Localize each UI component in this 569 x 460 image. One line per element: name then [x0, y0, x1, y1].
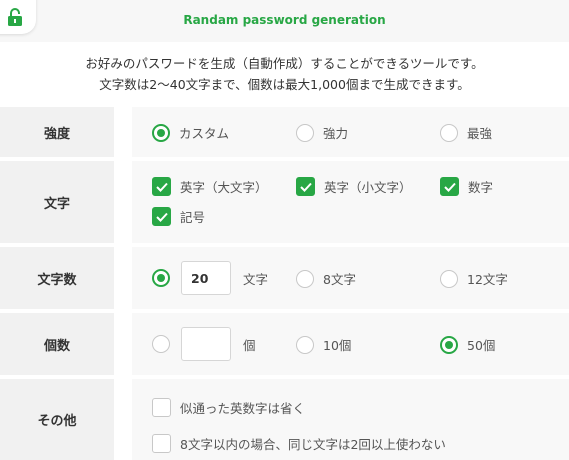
characters-options: 英字（大文字） 英字（小文字） 数字 記号	[132, 161, 569, 243]
other-options: 似通った英数字は省く 8文字以内の場合、同じ文字は2回以上使わない	[132, 379, 569, 460]
strength-row: 強度 カスタム 強力 最強	[0, 107, 569, 157]
strength-option-strongest[interactable]: 最強	[440, 123, 492, 142]
count-option-custom[interactable]: 個	[152, 327, 256, 361]
length-row: 文字数 文字 8文字 12文字	[0, 247, 569, 309]
description: お好みのパスワードを生成（自動作成）することができるツールです。 文字数は2〜4…	[0, 53, 569, 95]
other-option-no-repeat[interactable]: 8文字以内の場合、同じ文字は2回以上使わない	[152, 434, 446, 453]
count-custom-input[interactable]	[181, 327, 231, 361]
count-option-50[interactable]: 50個	[440, 335, 495, 354]
count-custom-unit: 個	[243, 337, 256, 353]
checkbox-unchecked[interactable]	[152, 398, 171, 417]
length-custom-input[interactable]	[181, 261, 231, 295]
char-option-uppercase[interactable]: 英字（大文字）	[152, 177, 268, 196]
length-option-12[interactable]: 12文字	[440, 269, 508, 288]
char-option-lowercase[interactable]: 英字（小文字）	[296, 177, 412, 196]
other-label: その他	[0, 379, 114, 460]
description-line-2: 文字数は2〜40文字まで、個数は最大1,000個まで生成できます。	[99, 77, 470, 92]
other-option-exclude-similar[interactable]: 似通った英数字は省く	[152, 398, 305, 417]
option-label: 10個	[323, 338, 352, 353]
strength-option-strong[interactable]: 強力	[296, 123, 348, 142]
length-options: 文字 8文字 12文字	[132, 247, 569, 309]
strength-options: カスタム 強力 最強	[132, 107, 569, 157]
radio-selected[interactable]	[440, 335, 458, 354]
option-label: カスタム	[179, 126, 230, 141]
radio-selected[interactable]	[152, 123, 170, 142]
char-option-symbols[interactable]: 記号	[152, 207, 205, 226]
radio-unselected[interactable]	[440, 123, 458, 142]
strength-label: 強度	[0, 107, 114, 157]
checkbox-checked[interactable]	[296, 177, 315, 196]
length-option-8[interactable]: 8文字	[296, 269, 356, 288]
option-label: 英字（大文字）	[180, 180, 268, 195]
option-label: 12文字	[467, 272, 508, 287]
length-option-custom[interactable]: 文字	[152, 261, 268, 295]
count-option-10[interactable]: 10個	[296, 335, 351, 354]
radio-selected[interactable]	[152, 269, 170, 287]
description-line-1: お好みのパスワードを生成（自動作成）することができるツールです。	[85, 56, 484, 71]
char-option-digits[interactable]: 数字	[440, 177, 493, 196]
strength-option-custom[interactable]: カスタム	[152, 123, 229, 142]
checkbox-checked[interactable]	[152, 177, 171, 196]
option-label: 8文字	[323, 272, 356, 287]
checkbox-unchecked[interactable]	[152, 434, 171, 453]
page-subtitle: Randam password generation	[183, 13, 386, 27]
characters-label: 文字	[0, 161, 114, 243]
option-label: 強力	[323, 126, 349, 141]
option-label: 英字（小文字）	[324, 180, 412, 195]
other-row: その他 似通った英数字は省く 8文字以内の場合、同じ文字は2回以上使わない	[0, 379, 569, 460]
option-label: 数字	[468, 180, 494, 195]
length-label: 文字数	[0, 247, 114, 309]
length-custom-unit: 文字	[243, 271, 269, 287]
option-label: 似通った英数字は省く	[180, 401, 306, 416]
option-label: 記号	[180, 210, 206, 225]
checkbox-checked[interactable]	[440, 177, 459, 196]
checkbox-checked[interactable]	[152, 207, 171, 226]
characters-row: 文字 英字（大文字） 英字（小文字） 数字 記号	[0, 161, 569, 243]
header: Randam password generation	[0, 0, 569, 42]
count-options: 個 10個 50個	[132, 313, 569, 375]
radio-unselected[interactable]	[440, 269, 458, 288]
radio-unselected[interactable]	[296, 269, 314, 288]
radio-unselected[interactable]	[296, 335, 314, 354]
option-label: 50個	[467, 338, 496, 353]
radio-unselected[interactable]	[296, 123, 314, 142]
option-label: 最強	[467, 126, 493, 141]
radio-unselected[interactable]	[152, 335, 170, 353]
option-label: 8文字以内の場合、同じ文字は2回以上使わない	[180, 437, 446, 452]
count-label: 個数	[0, 313, 114, 375]
count-row: 個数 個 10個 50個	[0, 313, 569, 375]
